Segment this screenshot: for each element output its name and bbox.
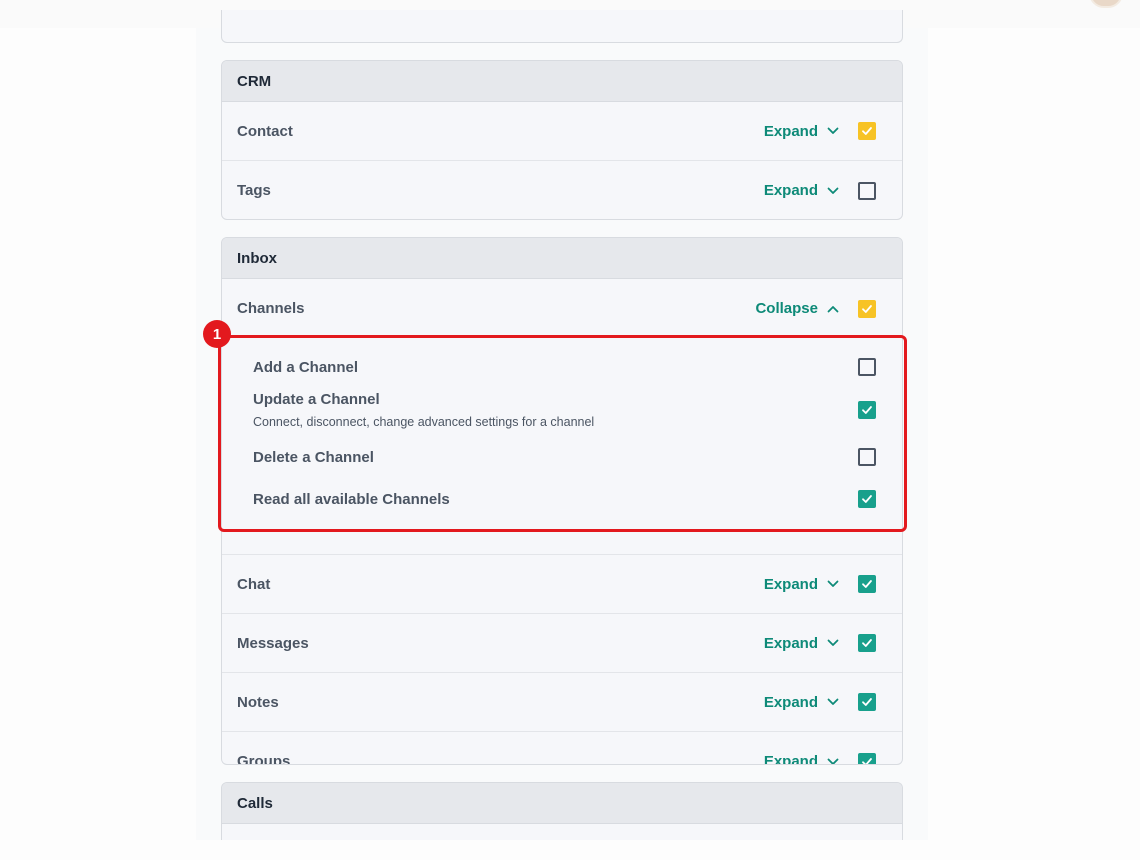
toggle-label: Expand: [763, 575, 818, 593]
calls-section: Calls: [221, 782, 903, 840]
checkbox[interactable]: [858, 299, 876, 318]
row-label: Channels: [237, 300, 305, 317]
crm-section-title: CRM: [222, 61, 902, 102]
permission-row-contact: Contact Expand: [222, 102, 902, 161]
permission-row-messages: Messages Expand: [222, 614, 902, 673]
collapse-toggle[interactable]: Collapse: [755, 300, 840, 317]
check-icon: [862, 698, 872, 706]
chevron-down-icon: [827, 639, 839, 646]
row-label: Contact: [237, 122, 293, 140]
expand-toggle[interactable]: Expand: [763, 753, 840, 765]
checkbox[interactable]: [858, 634, 876, 652]
calls-section-title: Calls: [222, 783, 902, 824]
checkbox[interactable]: [858, 181, 876, 200]
toggle-label: Expand: [763, 634, 818, 652]
expand-toggle[interactable]: Expand: [764, 123, 840, 140]
checkbox[interactable]: [858, 752, 876, 764]
check-icon: [862, 639, 872, 647]
check-icon: [862, 304, 872, 313]
permission-row-groups: Groups Expand: [222, 732, 902, 765]
chevron-down-icon: [827, 127, 839, 134]
row-label: Tags: [237, 182, 271, 199]
chevron-up-icon: [827, 305, 839, 312]
permission-row-channels: Channels Collapse: [222, 279, 902, 338]
check-icon: [862, 127, 872, 135]
previous-section-panel: [221, 10, 903, 43]
expand-toggle[interactable]: Expand: [764, 694, 840, 711]
permission-row-chat: Chat Expand: [222, 555, 902, 614]
crm-section: CRM Contact Expand Tags Expand: [221, 60, 903, 220]
checkbox[interactable]: [858, 122, 876, 140]
permission-row-notes: Notes Expand: [222, 673, 902, 732]
checkbox[interactable]: [858, 693, 876, 711]
step-marker: 1: [203, 320, 231, 348]
expand-toggle[interactable]: Expand: [764, 182, 840, 199]
expand-toggle[interactable]: Expand: [764, 635, 840, 652]
toggle-label: Collapse: [755, 300, 818, 317]
chevron-down-icon: [827, 187, 839, 194]
toggle-label: Expand: [763, 182, 818, 199]
expand-toggle[interactable]: Expand: [764, 576, 840, 593]
toggle-label: Expand: [763, 122, 818, 140]
checkbox[interactable]: [858, 575, 876, 593]
row-label: Groups: [237, 753, 291, 765]
highlight-box: [218, 335, 907, 532]
check-icon: [862, 757, 872, 764]
chevron-down-icon: [827, 580, 839, 587]
chevron-down-icon: [827, 758, 839, 764]
row-label: Notes: [237, 693, 279, 711]
check-icon: [862, 580, 872, 588]
inbox-section-title: Inbox: [222, 238, 902, 279]
row-label: Messages: [237, 634, 309, 652]
chevron-down-icon: [827, 698, 839, 705]
row-label: Chat: [237, 575, 271, 593]
permission-row-tags: Tags Expand: [222, 161, 902, 219]
toggle-label: Expand: [763, 753, 818, 765]
toggle-label: Expand: [763, 693, 818, 711]
